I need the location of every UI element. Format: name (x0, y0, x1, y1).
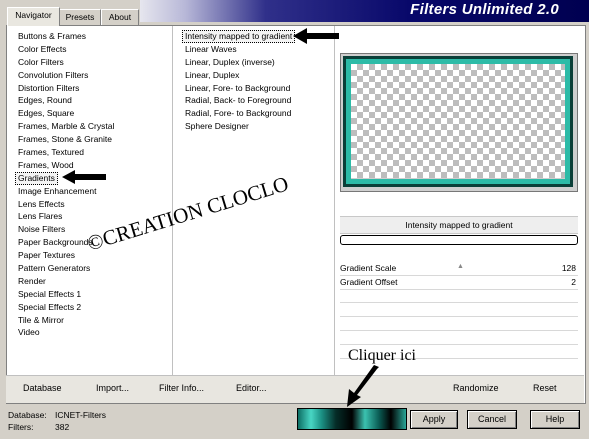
arrow-down-icon (347, 365, 379, 407)
category-item[interactable]: Color Filters (18, 56, 114, 69)
category-item[interactable]: Tile & Mirror (18, 314, 114, 327)
preview-thumbnail (340, 53, 578, 192)
tab-presets[interactable]: Presets (59, 9, 101, 25)
database-button[interactable]: Database (23, 383, 62, 393)
param-value: 2 (571, 277, 576, 287)
tab-about[interactable]: About (101, 9, 139, 25)
param-slot (340, 344, 578, 345)
callout-text: Cliquer ici (348, 347, 416, 364)
category-item[interactable]: Special Effects 1 (18, 288, 114, 301)
filter-info-button[interactable]: Filter Info... (159, 383, 204, 393)
param-slot (340, 316, 578, 317)
app-title: Filters Unlimited 2.0 (410, 1, 559, 18)
import-button[interactable]: Import... (96, 383, 129, 393)
category-item[interactable]: Special Effects 2 (18, 301, 114, 314)
param-slot (340, 302, 578, 303)
category-item[interactable]: Color Effects (18, 43, 114, 56)
category-item[interactable]: Video (18, 326, 114, 339)
category-item[interactable]: Edges, Round (18, 94, 114, 107)
filter-item[interactable]: Linear, Duplex (185, 69, 295, 82)
category-item[interactable]: Convolution Filters (18, 69, 114, 82)
tab-navigator[interactable]: Navigator (7, 7, 60, 26)
navigator-toolbar: Database Import... Filter Info... Editor… (6, 375, 584, 403)
category-item[interactable]: Image Enhancement (18, 185, 114, 198)
filter-name-display: Intensity mapped to gradient (340, 216, 578, 234)
filters-count-value: 382 (55, 422, 70, 432)
filter-list: Intensity mapped to gradient Linear Wave… (182, 30, 296, 133)
filter-item[interactable]: Linear, Fore- to Background (185, 82, 295, 95)
category-list: Buttons & Frames Color Effects Color Fil… (15, 30, 114, 339)
slider-thumb-icon[interactable]: ▲ (457, 260, 464, 273)
filter-item[interactable]: Sphere Designer (185, 120, 295, 133)
param-gradient-scale[interactable]: Gradient Scale ▲ 128 (340, 262, 578, 276)
apply-button[interactable]: Apply (410, 410, 458, 429)
filter-item-selected[interactable]: Intensity mapped to gradient (182, 30, 296, 43)
filter-item[interactable]: Radial, Back- to Foreground (185, 94, 295, 107)
category-item[interactable]: Frames, Marble & Crystal (18, 120, 114, 133)
category-item[interactable]: Frames, Textured (18, 146, 114, 159)
category-item[interactable]: Pattern Generators (18, 262, 114, 275)
database-label: Database: (8, 410, 47, 420)
category-item[interactable]: Lens Effects (18, 198, 114, 211)
param-label: Gradient Offset (340, 277, 398, 287)
arrow-left-icon (62, 170, 106, 184)
category-item[interactable]: Lens Flares (18, 210, 114, 223)
reset-button[interactable]: Reset (533, 383, 557, 393)
editor-button[interactable]: Editor... (236, 383, 267, 393)
randomize-button[interactable]: Randomize (453, 383, 499, 393)
list-divider (172, 26, 173, 376)
param-label: Gradient Scale (340, 263, 397, 273)
param-gradient-offset[interactable]: Gradient Offset 2 (340, 276, 578, 290)
category-item[interactable]: Edges, Square (18, 107, 114, 120)
preview-frame-edge (343, 56, 573, 187)
filter-item[interactable]: Linear Waves (185, 43, 295, 56)
param-slot (340, 330, 578, 331)
arrow-left-icon (293, 28, 339, 44)
cancel-button[interactable]: Cancel (467, 410, 517, 429)
filter-item[interactable]: Linear, Duplex (inverse) (185, 56, 295, 69)
progress-bar (340, 235, 578, 245)
title-banner: Filters Unlimited 2.0 (140, 0, 589, 22)
filter-item[interactable]: Radial, Fore- to Background (185, 107, 295, 120)
category-item[interactable]: Render (18, 275, 114, 288)
preview-divider (334, 26, 335, 376)
category-item[interactable]: Frames, Stone & Granite (18, 133, 114, 146)
category-item[interactable]: Distortion Filters (18, 82, 114, 95)
gradient-preview-bar[interactable] (297, 408, 407, 430)
category-item[interactable]: Buttons & Frames (18, 30, 114, 43)
database-value: ICNET-Filters (55, 410, 106, 420)
filters-count-label: Filters: (8, 422, 34, 432)
help-button[interactable]: Help (530, 410, 580, 429)
param-value: 128 (561, 263, 576, 273)
